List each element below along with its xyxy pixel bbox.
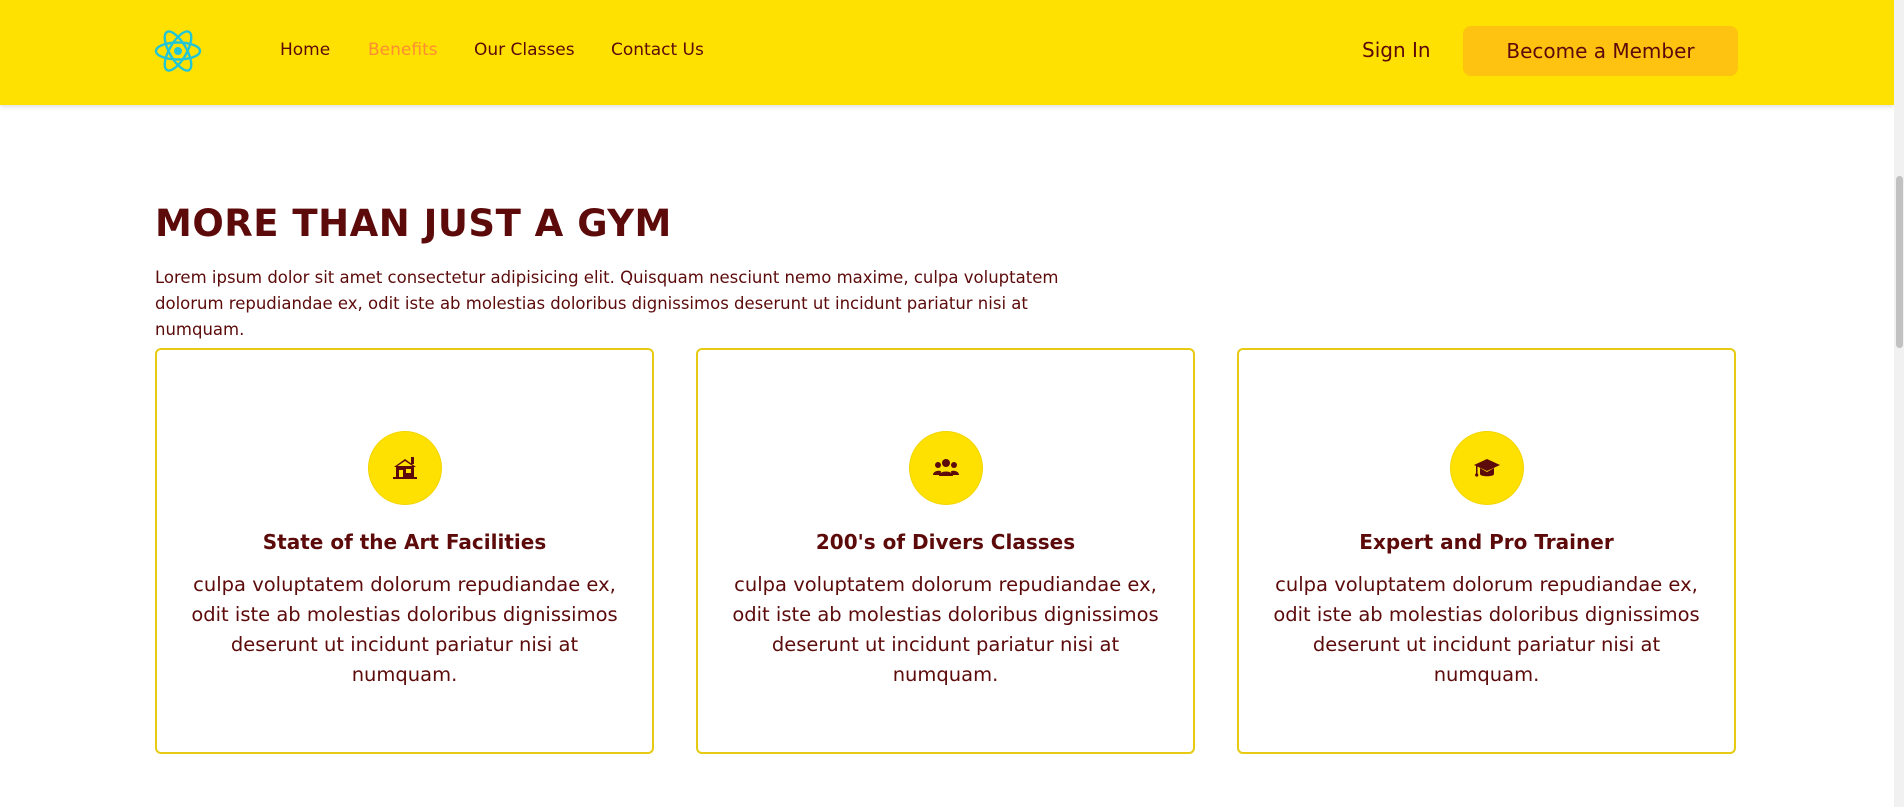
card-text: culpa voluptatem dolorum repudiandae ex,… [732, 573, 1159, 686]
nav-link-home[interactable]: Home [280, 40, 330, 60]
nav-link-our-classes[interactable]: Our Classes [474, 40, 575, 60]
nav-link-benefits[interactable]: Benefits [368, 40, 438, 60]
card-text: culpa voluptatem dolorum repudiandae ex,… [191, 573, 618, 686]
graduation-cap-icon [1450, 432, 1523, 504]
nav-link-contact-us[interactable]: Contact Us [611, 40, 704, 60]
section-intro: Lorem ipsum dolor sit amet consectetur a… [155, 267, 1059, 339]
people-group-icon [909, 432, 982, 504]
become-member-button[interactable]: Become a Member [1463, 26, 1738, 76]
navbar: Home Benefits Our Classes Contact Us Sig… [0, 0, 1894, 105]
card-title: Expert and Pro Trainer [1359, 530, 1614, 554]
card-title: 200's of Divers Classes [815, 530, 1076, 554]
benefit-card-facilities: State of the Art Facilities culpa volupt… [155, 348, 654, 754]
vertical-scrollbar[interactable] [1894, 0, 1904, 807]
benefit-card-classes: 200's of Divers Classes culpa voluptatem… [696, 348, 1195, 754]
card-title: State of the Art Facilities [262, 530, 547, 554]
react-atom-icon[interactable] [153, 29, 203, 73]
scrollbar-thumb[interactable] [1896, 176, 1903, 348]
benefit-card-trainer: Expert and Pro Trainer culpa voluptatem … [1237, 348, 1736, 754]
sign-in-link[interactable]: Sign In [1362, 38, 1431, 62]
section-title: MORE THAN JUST A GYM [155, 201, 672, 245]
card-text: culpa voluptatem dolorum repudiandae ex,… [1273, 573, 1700, 686]
house-icon [368, 432, 441, 504]
